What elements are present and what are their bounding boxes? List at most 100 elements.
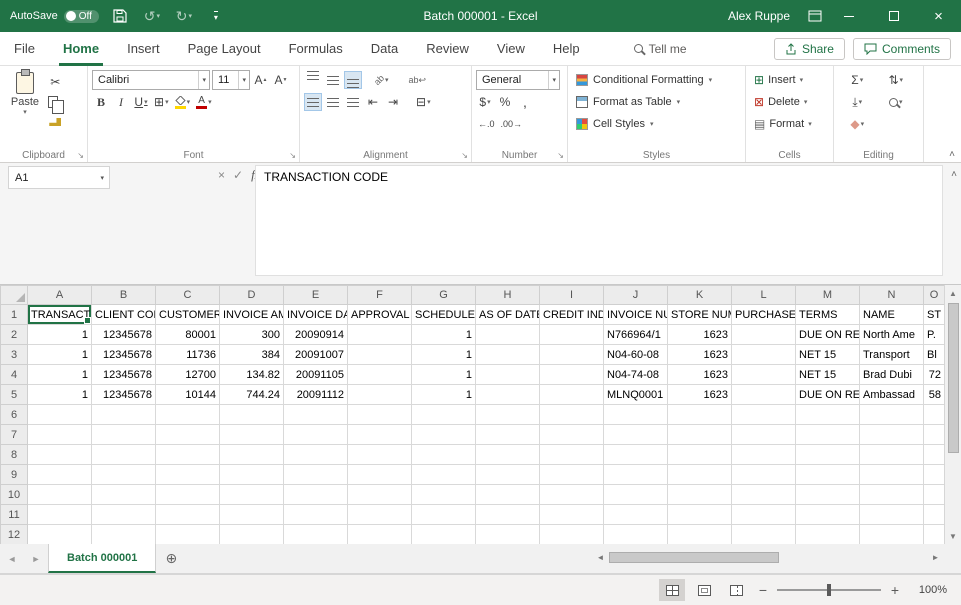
horizontal-scroll-thumb[interactable] [609, 552, 779, 563]
cell-O9[interactable] [924, 465, 945, 485]
cell-J5[interactable]: MLNQ0001 [604, 385, 668, 405]
wrap-text-button[interactable]: ab↩ [407, 71, 429, 89]
cell-A2[interactable]: 1 [28, 325, 92, 345]
vertical-scrollbar[interactable]: ▲ ▼ [944, 285, 961, 544]
col-header-G[interactable]: G [412, 286, 476, 305]
cell-I7[interactable] [540, 425, 604, 445]
name-box[interactable]: A1▾ [8, 166, 110, 189]
cell-J6[interactable] [604, 405, 668, 425]
redo-button[interactable]: ↻▾ [173, 5, 195, 27]
cell-J9[interactable] [604, 465, 668, 485]
cell-B6[interactable] [92, 405, 156, 425]
share-button[interactable]: Share [774, 38, 845, 60]
cell-D6[interactable] [220, 405, 284, 425]
cell-C8[interactable] [156, 445, 220, 465]
cell-I12[interactable] [540, 525, 604, 545]
cell-D3[interactable]: 384 [220, 345, 284, 365]
row-header-2[interactable]: 2 [1, 325, 28, 345]
underline-button[interactable]: U▾ [132, 93, 150, 111]
cell-E9[interactable] [284, 465, 348, 485]
cell-G5[interactable]: 1 [412, 385, 476, 405]
cell-H7[interactable] [476, 425, 540, 445]
cell-C7[interactable] [156, 425, 220, 445]
format-as-table-button[interactable]: Format as Table▾ [572, 91, 741, 113]
cell-D5[interactable]: 744.24 [220, 385, 284, 405]
tab-insert[interactable]: Insert [113, 32, 174, 66]
row-header-12[interactable]: 12 [1, 525, 28, 545]
cell-A7[interactable] [28, 425, 92, 445]
cell-G2[interactable]: 1 [412, 325, 476, 345]
minimize-button[interactable] [826, 0, 871, 32]
select-all-button[interactable] [1, 286, 28, 305]
cell-C6[interactable] [156, 405, 220, 425]
cell-N10[interactable] [860, 485, 924, 505]
clear-button[interactable]: ◆▾ [848, 115, 866, 133]
cell-N6[interactable] [860, 405, 924, 425]
paste-button[interactable]: Paste ▾ [4, 69, 46, 146]
dialog-launcher-icon[interactable]: ↘ [77, 151, 84, 160]
cell-E4[interactable]: 20091105 [284, 365, 348, 385]
cell-F12[interactable] [348, 525, 412, 545]
cell-G11[interactable] [412, 505, 476, 525]
cell-H12[interactable] [476, 525, 540, 545]
save-button[interactable] [109, 5, 131, 27]
cell-K1[interactable]: STORE NUM [668, 305, 732, 325]
col-header-L[interactable]: L [732, 286, 796, 305]
cell-K4[interactable]: 1623 [668, 365, 732, 385]
cell-A12[interactable] [28, 525, 92, 545]
number-format-select[interactable]: General▾ [476, 70, 560, 90]
cell-F7[interactable] [348, 425, 412, 445]
horizontal-scrollbar[interactable]: ◄ ► [592, 549, 944, 566]
cell-C1[interactable]: CUSTOMER [156, 305, 220, 325]
col-header-D[interactable]: D [220, 286, 284, 305]
cell-O10[interactable] [924, 485, 945, 505]
cell-F11[interactable] [348, 505, 412, 525]
row-header-5[interactable]: 5 [1, 385, 28, 405]
cell-M9[interactable] [796, 465, 860, 485]
close-button[interactable]: × [916, 0, 961, 32]
row-header-4[interactable]: 4 [1, 365, 28, 385]
scroll-down-icon[interactable]: ▼ [949, 528, 957, 544]
ribbon-display-options-button[interactable] [804, 5, 826, 27]
cell-L12[interactable] [732, 525, 796, 545]
cell-I6[interactable] [540, 405, 604, 425]
cell-L4[interactable] [732, 365, 796, 385]
tab-review[interactable]: Review [412, 32, 483, 66]
cell-N3[interactable]: Transport [860, 345, 924, 365]
cell-O3[interactable]: Bl [924, 345, 945, 365]
italic-button[interactable]: I [112, 93, 130, 111]
view-normal-button[interactable] [659, 579, 685, 601]
cell-N11[interactable] [860, 505, 924, 525]
scroll-left-icon[interactable]: ◄ [592, 553, 609, 562]
col-header-C[interactable]: C [156, 286, 220, 305]
cell-A8[interactable] [28, 445, 92, 465]
collapse-ribbon-button[interactable]: ˄ [949, 149, 955, 160]
bold-button[interactable]: B [92, 93, 110, 111]
row-header-9[interactable]: 9 [1, 465, 28, 485]
cell-N12[interactable] [860, 525, 924, 545]
font-color-button[interactable]: A ▾ [194, 93, 214, 111]
cell-L6[interactable] [732, 405, 796, 425]
cell-C11[interactable] [156, 505, 220, 525]
cell-G8[interactable] [412, 445, 476, 465]
col-header-J[interactable]: J [604, 286, 668, 305]
align-left-button[interactable] [304, 93, 322, 111]
sheet-nav-left-icon[interactable]: ◄ [0, 544, 24, 573]
vertical-scroll-thumb[interactable] [948, 303, 959, 453]
cell-C5[interactable]: 10144 [156, 385, 220, 405]
find-select-button[interactable]: ▾ [887, 93, 905, 111]
col-header-M[interactable]: M [796, 286, 860, 305]
autosave-toggle[interactable]: AutoSave Off [10, 10, 99, 23]
cell-N8[interactable] [860, 445, 924, 465]
cell-J7[interactable] [604, 425, 668, 445]
cell-D1[interactable]: INVOICE AM [220, 305, 284, 325]
cell-N7[interactable] [860, 425, 924, 445]
cell-E1[interactable]: INVOICE DA [284, 305, 348, 325]
decrease-font-size-button[interactable]: A [272, 71, 290, 89]
cell-L2[interactable] [732, 325, 796, 345]
copy-button[interactable]: ▾ [46, 93, 65, 111]
view-page-break-button[interactable] [723, 579, 749, 601]
orientation-button[interactable]: ab▾ [372, 71, 391, 89]
tab-data[interactable]: Data [357, 32, 412, 66]
dialog-launcher-icon[interactable]: ↘ [289, 151, 296, 160]
